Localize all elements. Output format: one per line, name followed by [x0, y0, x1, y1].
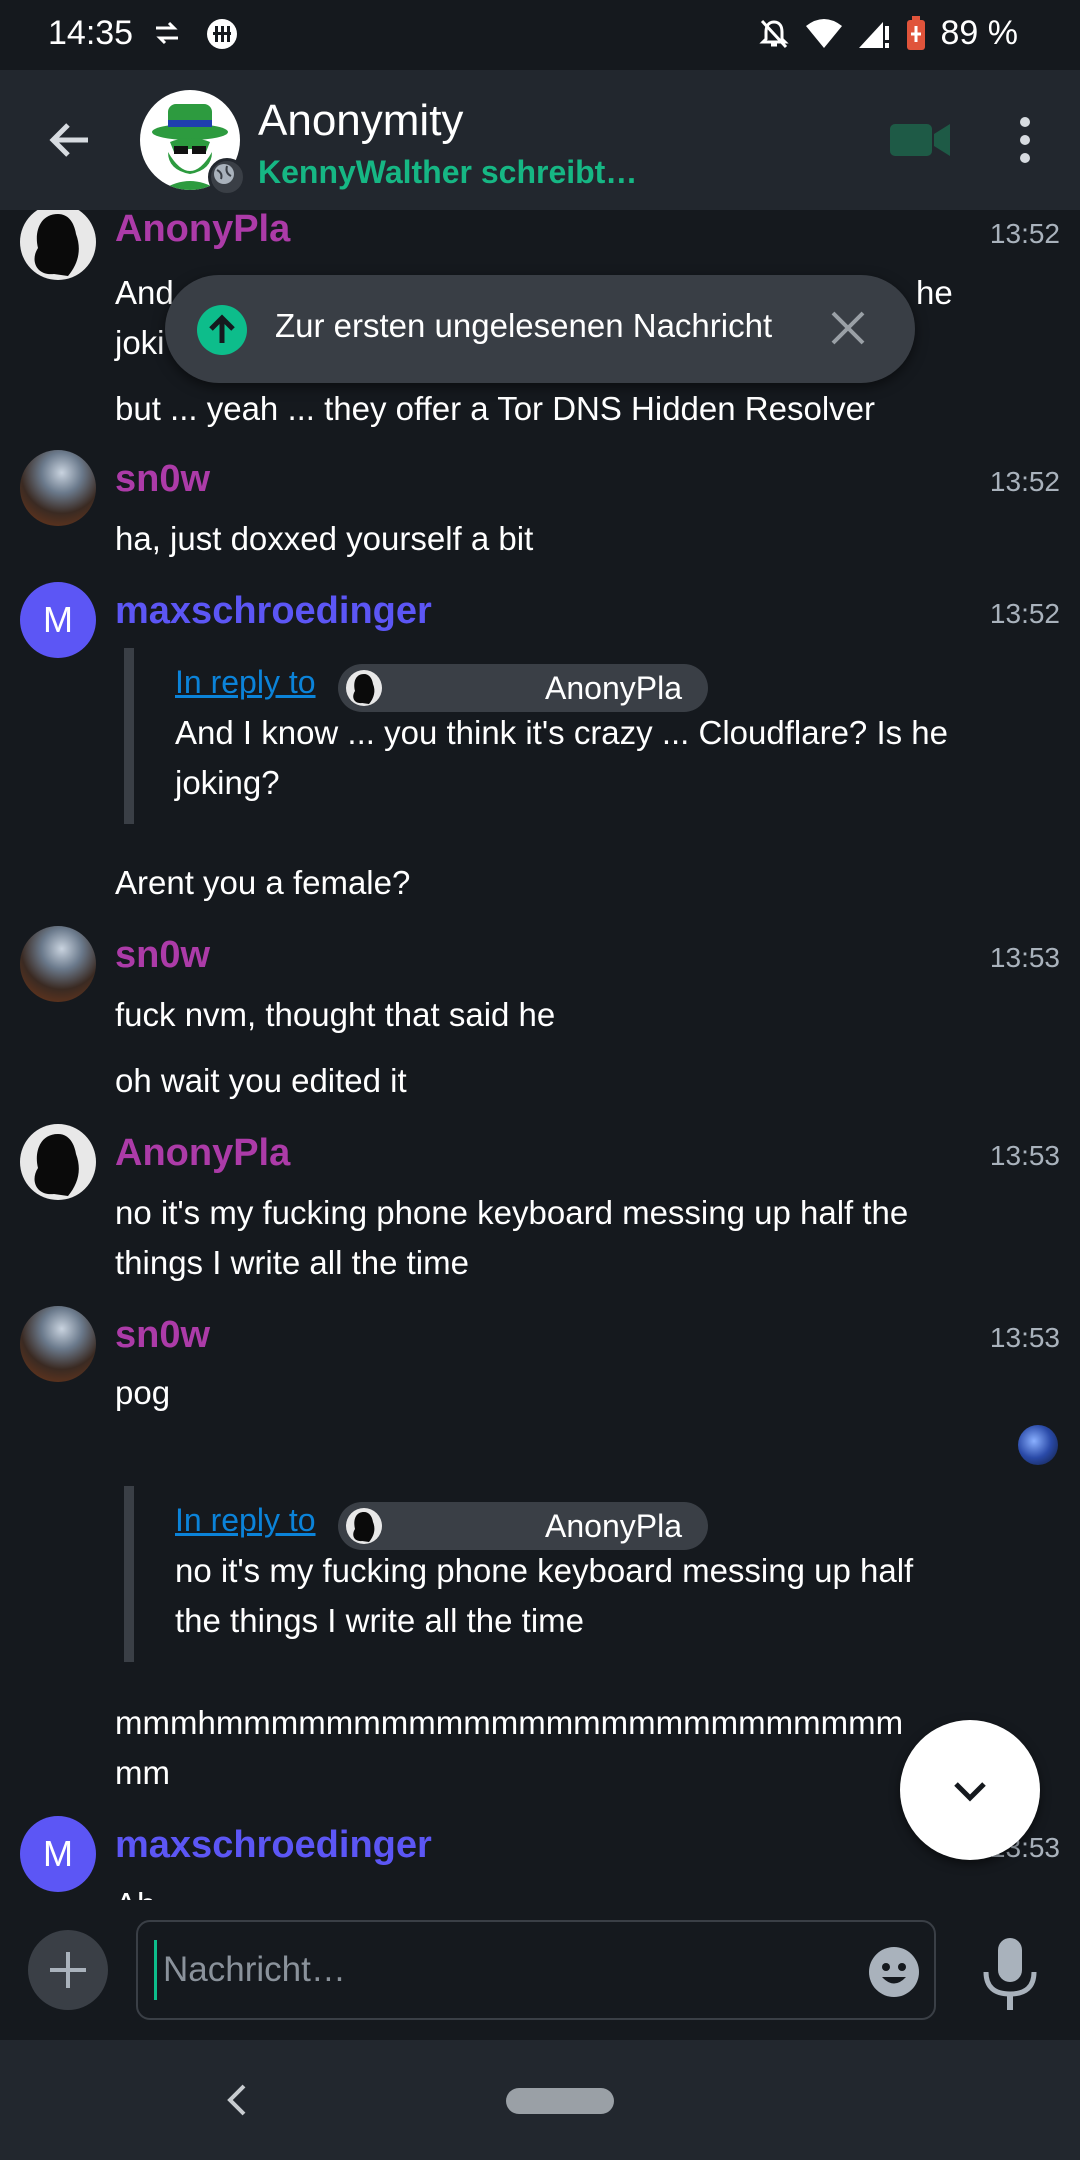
attach-button[interactable] [28, 1930, 108, 2010]
reply-quote-bar [124, 648, 134, 824]
system-navigation-bar [0, 2040, 1080, 2160]
sender-name[interactable]: sn0w [115, 934, 210, 977]
message-timeline[interactable]: AnonyPla 13:52 And he joki but ... yeah … [0, 210, 1080, 1900]
message-input[interactable] [154, 1940, 765, 2000]
quoted-text: no it's my fucking phone keyboard messin… [175, 1552, 914, 1639]
pill-username: AnonyPla [545, 1508, 682, 1544]
message-text: mmmhmmmmmmmmmmmmmmmmmmmmmmmmm [115, 1704, 904, 1741]
pill-avatar [346, 670, 382, 706]
message-text: And [115, 274, 174, 311]
close-icon[interactable] [827, 307, 869, 349]
pill-username: AnonyPla [545, 670, 682, 706]
nav-home-pill[interactable] [506, 2088, 614, 2114]
avatar[interactable] [20, 210, 96, 280]
back-arrow-icon[interactable] [40, 110, 100, 170]
status-bar: 14:35 89 % [0, 0, 1080, 70]
notifications-off-icon [758, 19, 789, 48]
jump-to-unread-banner[interactable]: Zur ersten ungelesenen Nachricht [165, 275, 915, 383]
avatar[interactable] [20, 1124, 96, 1200]
message-text: mm [115, 1754, 170, 1791]
message-text: ha, just doxxed yourself a bit [115, 520, 534, 557]
signal-icon [858, 21, 889, 48]
read-receipt-avatar[interactable] [1018, 1425, 1058, 1465]
avatar[interactable] [20, 926, 96, 1002]
public-room-badge-icon [208, 158, 246, 196]
room-name[interactable]: Anonymity [258, 96, 463, 146]
avatar[interactable] [20, 1306, 96, 1382]
microphone-icon[interactable] [980, 1936, 1040, 2012]
sender-name[interactable]: AnonyPla [115, 1132, 290, 1175]
sender-name[interactable]: AnonyPla [115, 210, 290, 251]
message-input-container[interactable] [136, 1920, 936, 2020]
scroll-to-bottom-button[interactable] [900, 1720, 1040, 1860]
message-text: oh wait you edited it [115, 1062, 407, 1099]
message-text: he [916, 274, 953, 311]
status-time: 14:35 [48, 14, 134, 52]
wifi-icon [805, 18, 842, 48]
pill-avatar [346, 1508, 382, 1544]
plus-icon [50, 1952, 86, 1988]
timestamp: 13:52 [989, 218, 1060, 249]
typing-indicator: KennyWalther schreibt… [258, 154, 638, 190]
timestamp: 13:53 [989, 942, 1060, 973]
jump-to-unread-label: Zur ersten ungelesenen Nachricht [275, 307, 773, 344]
status-left-icons [152, 18, 238, 50]
quoted-text: And I know ... you think it's crazy ... … [175, 714, 948, 801]
nav-back-icon[interactable] [222, 2080, 252, 2120]
message-text: Ah [115, 1880, 975, 1900]
timestamp: 13:52 [989, 466, 1060, 497]
avatar-letter: M [43, 1833, 73, 1874]
video-call-icon[interactable] [890, 120, 952, 160]
reply-user-pill[interactable]: AnonyPla [338, 664, 708, 712]
sender-name[interactable]: sn0w [115, 458, 210, 501]
in-reply-to-link[interactable]: In reply to [175, 664, 316, 701]
app-grid-icon [207, 19, 237, 49]
chevron-down-icon [954, 1782, 986, 1802]
in-reply-to-link[interactable]: In reply to [175, 1502, 316, 1539]
sender-name[interactable]: sn0w [115, 1314, 210, 1357]
emoji-icon[interactable] [868, 1946, 920, 1998]
message-text: no it's my fucking phone keyboard messin… [115, 1194, 909, 1281]
timestamp: 13:53 [989, 1322, 1060, 1353]
status-right-icons: 89 % [757, 14, 1019, 53]
battery-icon [906, 15, 925, 50]
reply-quote-bar [124, 1486, 134, 1662]
message-text: pog [115, 1374, 171, 1411]
avatar[interactable]: M [20, 1816, 96, 1892]
sender-name[interactable]: maxschroedinger [115, 590, 432, 633]
avatar[interactable] [20, 450, 96, 526]
reply-user-pill[interactable]: AnonyPla [338, 1502, 708, 1550]
avatar[interactable]: M [20, 582, 96, 658]
timestamp: 13:53 [989, 1140, 1060, 1171]
avatar-letter: M [43, 599, 73, 640]
battery-percent: 89 % [940, 14, 1019, 52]
arrow-up-icon [197, 305, 247, 355]
sender-name[interactable]: maxschroedinger [115, 1824, 432, 1867]
message-text: fuck nvm, thought that said he [115, 996, 556, 1033]
message-text: but ... yeah ... they offer a Tor DNS Hi… [115, 390, 875, 427]
data-sync-icon [156, 21, 178, 45]
room-header: Anonymity KennyWalther schreibt… [0, 70, 1080, 210]
timestamp: 13:52 [989, 598, 1060, 629]
more-vert-icon[interactable] [1010, 114, 1040, 166]
message-composer [0, 1900, 1080, 2040]
message-text: Arent you a female? [115, 864, 411, 901]
